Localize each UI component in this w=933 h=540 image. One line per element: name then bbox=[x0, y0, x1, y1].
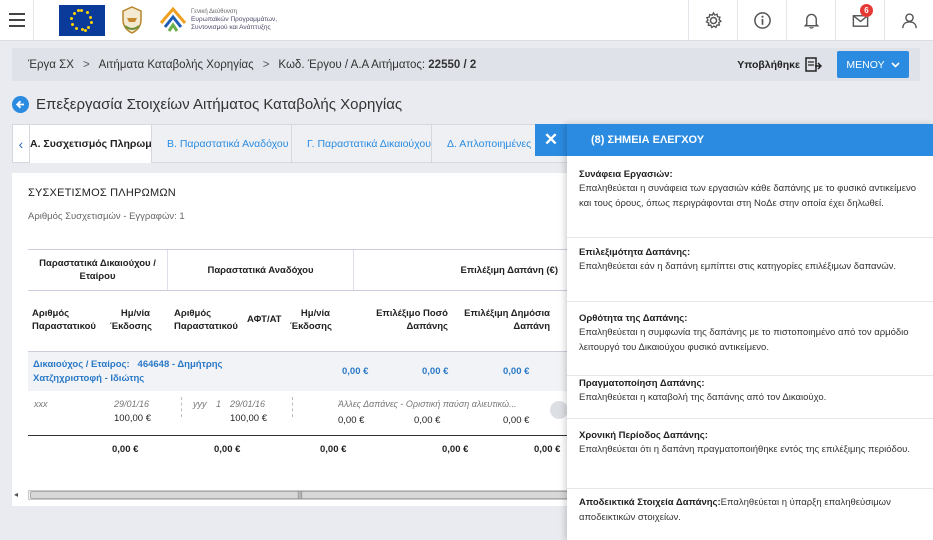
total-4: 0,00 € bbox=[442, 444, 469, 455]
col-eligible-amount: Επιλέξιμο Ποσό Δαπάνης bbox=[376, 308, 448, 332]
contractor-doc-date: 29/01/16 bbox=[230, 399, 266, 409]
logos: Γενική Διεύθυνση Ευρωπαϊκών Προγραμμάτων… bbox=[34, 0, 303, 41]
col-contractor-doc-number: Αριθμός Παραστατικού bbox=[174, 308, 238, 332]
mail-icon[interactable]: 6 bbox=[835, 0, 884, 41]
menu-button-label: ΜΕΝΟΥ bbox=[846, 58, 885, 71]
association-count: Αριθμός Συσχετισμών - Εγγραφών: 1 bbox=[28, 211, 185, 222]
chevron-down-icon bbox=[891, 61, 900, 68]
col-contractor-doc-date: Ημ/νία Έκδοσης bbox=[290, 308, 332, 332]
row-toggle[interactable] bbox=[550, 401, 568, 419]
breadcrumb-item-projects[interactable]: Έργα ΣΧ bbox=[28, 59, 74, 71]
breadcrumb-item-current: Κωδ. Έργου / Α.Α Αιτήματος: 22550 / 2 bbox=[278, 59, 476, 71]
breadcrumb-current-prefix: Κωδ. Έργου / Α.Α Αιτήματος: bbox=[278, 58, 429, 71]
total-3: 0,00 € bbox=[320, 444, 347, 455]
group-eligible-expense: Επιλέξιμη Δαπάνη (€) bbox=[460, 264, 558, 276]
checkpoint-title: Ορθότητα της Δαπάνης: bbox=[579, 313, 688, 324]
checkpoint-title: Συνάφεια Εργασιών: bbox=[579, 169, 673, 180]
checkpoint-title: Πραγματοποίηση Δαπάνης: bbox=[579, 378, 705, 389]
breadcrumb-separator: > bbox=[82, 58, 90, 71]
checkpoint-item: Επιλεξιμότητα Δαπάνης: Επαληθεύεται εάν … bbox=[567, 246, 933, 302]
col-eligible-public-expense: Επιλέξιμη Δημόσια Δαπάνη bbox=[464, 308, 550, 332]
detail-amount-1: 0,00 € bbox=[338, 415, 365, 426]
expense-category: Άλλες Δαπάνες - Οριστική παύση αλιευτικώ… bbox=[338, 399, 517, 409]
horizontal-scrollbar[interactable]: ◂ ||| bbox=[14, 488, 572, 502]
col-doc-number: Αριθμός Παραστατικού bbox=[32, 308, 96, 332]
doc-date: 29/01/16 bbox=[114, 399, 150, 409]
checkpoint-desc: Επαληθεύεται ότι η δαπάνη πραγματοποιήθη… bbox=[579, 444, 910, 455]
back-arrow-icon[interactable] bbox=[12, 96, 29, 113]
contractor-afm: 1 bbox=[216, 399, 222, 409]
card-title: ΣΥΣΧΕΤΙΣΜΟΣ ΠΛΗΡΩΜΩΝ bbox=[28, 187, 176, 199]
table-group-header: Παραστατικά Δικαιούχου / Εταίρου Παραστα… bbox=[28, 249, 568, 291]
checkpoint-item: Πραγματοποίηση Δαπάνης: Επαληθεύεται η κ… bbox=[567, 377, 933, 419]
checkpoint-item: Χρονική Περίοδος Δαπάνης: Επαληθεύεται ό… bbox=[567, 429, 933, 489]
beneficiary-label: Δικαιούχος / Εταίρος: bbox=[33, 359, 130, 370]
checkpoint-desc: Επαληθεύεται εάν η δαπάνη εμπίπτει στις … bbox=[579, 261, 897, 272]
checkpoint-title: Επιλεξιμότητα Δαπάνης: bbox=[579, 247, 691, 258]
col-doc-date: Ημ/νία Έκδοσης bbox=[110, 308, 152, 332]
gdl-logo: Γενική Διεύθυνση Ευρωπαϊκών Προγραμμάτων… bbox=[159, 5, 303, 35]
beneficiary-amount-2: 0,00 € bbox=[422, 366, 449, 377]
menu-button[interactable]: ΜΕΝΟΥ bbox=[837, 51, 909, 78]
totals-row: 0,00 € 0,00 € 0,00 € 0,00 € 0,00 € bbox=[28, 435, 568, 465]
total-5: 0,00 € bbox=[534, 444, 561, 455]
logo-line-1: Γενική Διεύθυνση bbox=[191, 9, 237, 15]
page-title: Επεξεργασία Στοιχείων Αιτήματος Καταβολή… bbox=[36, 96, 403, 113]
tab-contractor-documents[interactable]: Β. Παραστατικά Αναδόχου bbox=[152, 124, 292, 163]
page-header: Επεξεργασία Στοιχείων Αιτήματος Καταβολή… bbox=[12, 96, 402, 113]
beneficiary-amount-3: 0,00 € bbox=[503, 366, 530, 377]
checkpoint-title: Χρονική Περίοδος Δαπάνης: bbox=[579, 430, 708, 441]
tab-beneficiary-documents[interactable]: Γ. Παραστατικά Δικαιούχου bbox=[292, 124, 432, 163]
beneficiary-group-row: Δικαιούχος / Εταίρος: 464648 - Δημήτρης … bbox=[28, 351, 568, 391]
panel-title: (8) ΣΗΜΕΙΑ ΕΛΕΓΧΟΥ bbox=[567, 124, 933, 156]
checkpoint-desc: Επαληθεύεται η συνάφεια των εργασιών κάθ… bbox=[579, 183, 916, 209]
info-icon[interactable] bbox=[737, 0, 786, 41]
logo-line-2: Ευρωπαϊκών Προγραμμάτων, bbox=[191, 16, 278, 23]
eu-flag-logo bbox=[59, 4, 105, 36]
user-icon[interactable] bbox=[884, 0, 933, 41]
total-1: 0,00 € bbox=[112, 444, 139, 455]
col-afm: ΑΦΤ/ΑΤ bbox=[247, 314, 282, 325]
close-panel-icon[interactable]: ✕ bbox=[535, 124, 567, 156]
hamburger-menu-icon[interactable] bbox=[0, 0, 34, 41]
mail-count-badge: 6 bbox=[860, 4, 873, 17]
checkpoint-desc: Επαληθεύεται η συμφωνία της δαπάνης με τ… bbox=[579, 327, 909, 353]
submitted-document-icon bbox=[805, 57, 822, 72]
settings-icon[interactable] bbox=[688, 0, 737, 41]
checkpoint-title: Αποδεικτικά Στοιχεία Δαπάνης: bbox=[579, 497, 721, 508]
checkpoint-desc: Επαληθεύεται η καταβολή της δαπάνης από … bbox=[579, 392, 827, 403]
payment-association-card: ΣΥΣΧΕΤΙΣΜΟΣ ΠΛΗΡΩΜΩΝ Αριθμός Συσχετισμών… bbox=[12, 173, 572, 506]
breadcrumb-current-value: 22550 / 2 bbox=[428, 58, 477, 71]
top-bar: Γενική Διεύθυνση Ευρωπαϊκών Προγραμμάτων… bbox=[0, 0, 933, 41]
tab-bar: ‹ Α. Συσχετισμός Πληρωμών Β. Παραστατικά… bbox=[12, 124, 572, 163]
group-contractor-docs: Παραστατικά Αναδόχου bbox=[168, 250, 354, 290]
status-submitted: Υποβλήθηκε bbox=[737, 48, 822, 81]
cyprus-emblem-logo bbox=[117, 4, 147, 36]
detail-amount-2: 0,00 € bbox=[414, 415, 441, 426]
breadcrumb-item-requests[interactable]: Αιτήματα Καταβολής Χορηγίας bbox=[99, 59, 254, 71]
status-label: Υποβλήθηκε bbox=[737, 58, 800, 71]
table-row[interactable]: xxx 29/01/16 100,00 € yyy 1 29/01/16 100… bbox=[28, 392, 568, 432]
breadcrumb-separator: > bbox=[262, 58, 270, 71]
beneficiary-info[interactable]: Δικαιούχος / Εταίρος: 464648 - Δημήτρης … bbox=[33, 358, 243, 386]
tab-scroll-left-icon[interactable]: ‹ bbox=[12, 124, 30, 163]
checkpoints-panel: (8) ΣΗΜΕΙΑ ΕΛΕΓΧΟΥ Συνάφεια Εργασιών: Επ… bbox=[567, 124, 933, 540]
scrollbar-thumb[interactable]: ||| bbox=[30, 491, 570, 499]
contractor-amount: 100,00 € bbox=[230, 413, 267, 424]
contractor-doc-number: yyy bbox=[193, 399, 207, 409]
tab-payment-association[interactable]: Α. Συσχετισμός Πληρωμών bbox=[30, 124, 152, 163]
checkpoint-item: Συνάφεια Εργασιών: Επαληθεύεται η συνάφε… bbox=[567, 168, 933, 238]
beneficiary-amount-1: 0,00 € bbox=[342, 366, 369, 377]
checkpoint-item: Αποδεικτικά Στοιχεία Δαπάνης:Επαληθεύετα… bbox=[567, 496, 933, 540]
logo-line-3: Συντονισμού και Ανάπτυξης bbox=[191, 24, 271, 31]
scroll-left-icon[interactable]: ◂ bbox=[14, 490, 24, 500]
doc-number: xxx bbox=[34, 399, 48, 409]
doc-amount: 100,00 € bbox=[114, 413, 151, 424]
checkpoint-item: Ορθότητα της Δαπάνης: Επαληθεύεται η συμ… bbox=[567, 312, 933, 376]
breadcrumb: Έργα ΣΧ > Αιτήματα Καταβολής Χορηγίας > … bbox=[12, 48, 920, 81]
detail-amount-3: 0,00 € bbox=[503, 415, 530, 426]
bell-icon[interactable] bbox=[786, 0, 835, 41]
group-beneficiary-docs: Παραστατικά Δικαιούχου / Εταίρου bbox=[28, 250, 168, 290]
total-2: 0,00 € bbox=[214, 444, 241, 455]
